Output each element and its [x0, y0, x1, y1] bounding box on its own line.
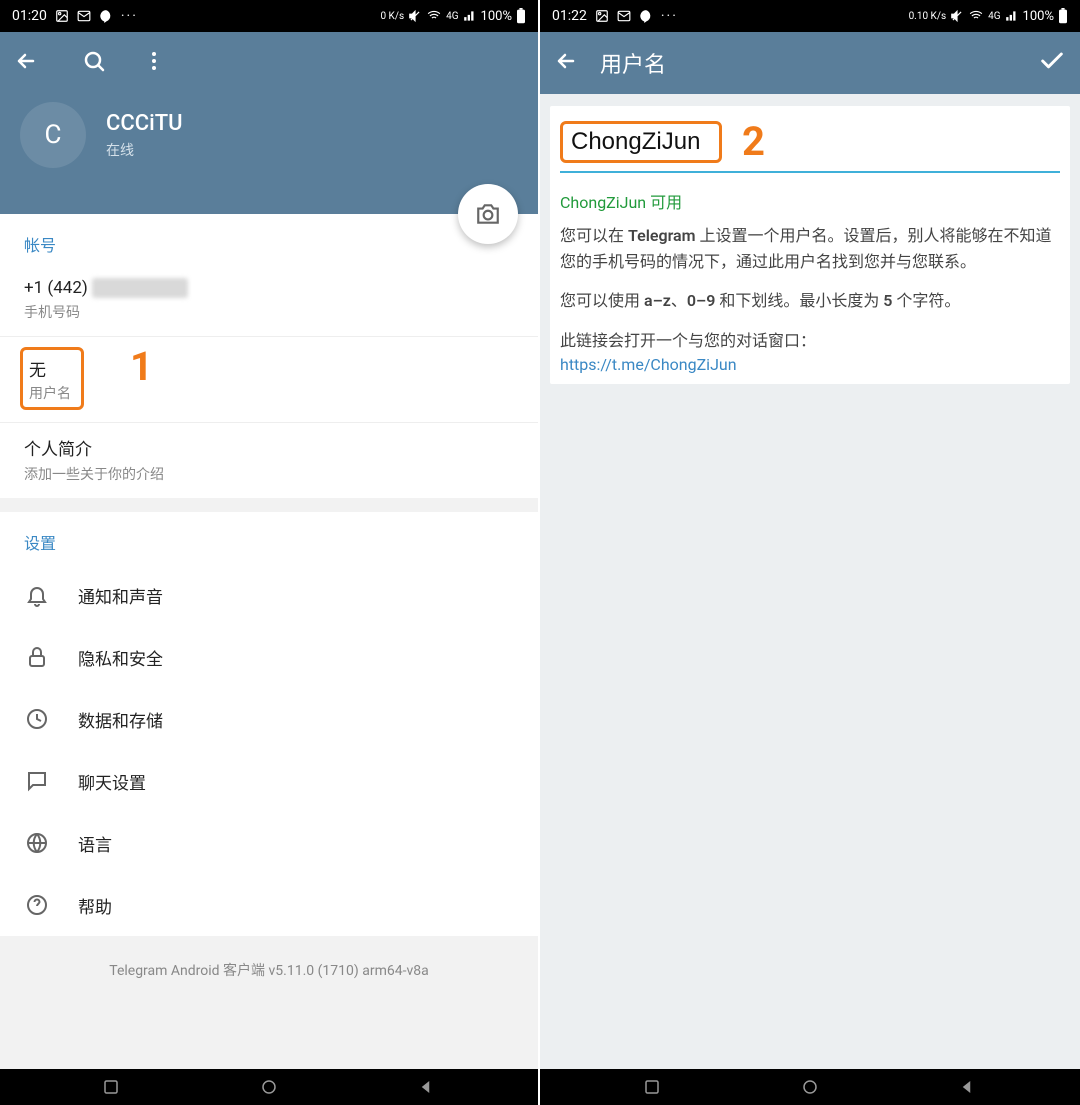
signal2-icon: [463, 9, 477, 23]
status-battery: 100%: [481, 9, 512, 24]
bell-icon: [24, 582, 50, 608]
phone-settings: 01:20 ··· 0 K/s 4G 100%: [0, 0, 540, 1105]
profile-name: CCCiTU: [106, 111, 183, 136]
status-battery: 100%: [1023, 9, 1054, 24]
more-vertical-icon[interactable]: [142, 49, 166, 77]
battery-icon: [516, 8, 526, 24]
status-bar: 01:22 ··· 0.10 K/s 4G 100%: [540, 0, 1080, 32]
profile-status: 在线: [106, 140, 183, 160]
nav-home-icon[interactable]: [801, 1078, 819, 1096]
confirm-icon[interactable]: [1038, 47, 1066, 79]
wifi-icon: [968, 9, 984, 23]
settings-privacy[interactable]: 隐私和安全: [0, 626, 538, 688]
image-icon: [595, 9, 609, 23]
username-item[interactable]: 无 用户名: [20, 347, 84, 410]
more-icon: ···: [121, 8, 138, 24]
settings-header: 设置: [0, 512, 538, 564]
android-navbar: [540, 1069, 1080, 1105]
lock-icon: [24, 644, 50, 670]
section-gap: [0, 498, 538, 512]
username-input[interactable]: [571, 128, 711, 156]
settings-chat[interactable]: 聊天设置: [0, 750, 538, 812]
username-desc-2: 您可以使用 a–z、0–9 和下划线。最小长度为 5 个字符。: [560, 288, 1060, 314]
input-underline: [560, 171, 1060, 173]
more-icon: ···: [661, 8, 678, 24]
username-desc-1: 您可以在 Telegram 上设置一个用户名。设置后，别人将能够在不知道您的手机…: [560, 223, 1060, 274]
camera-fab[interactable]: [458, 184, 518, 244]
profile-header: C CCCiTU 在线: [0, 32, 538, 214]
account-section: 帐号 +1 (442) 0000000000 手机号码 无 用户名 1 个人简介…: [0, 214, 538, 498]
wifi-icon: [426, 9, 442, 23]
hangouts-icon: [99, 9, 113, 23]
phone-item[interactable]: +1 (442) 0000000000 手机号码: [0, 266, 538, 336]
username-link[interactable]: https://t.me/ChongZiJun: [560, 355, 1060, 374]
settings-language[interactable]: 语言: [0, 812, 538, 874]
signal2-icon: [1005, 9, 1019, 23]
version-footer: Telegram Android 客户端 v5.11.0 (1710) arm6…: [0, 936, 538, 1069]
username-card: 2 ChongZiJun 可用 您可以在 Telegram 上设置一个用户名。设…: [550, 106, 1070, 384]
nav-back-icon[interactable]: [418, 1078, 436, 1096]
status-bar: 01:20 ··· 0 K/s 4G 100%: [0, 0, 538, 32]
status-time: 01:22: [552, 8, 587, 24]
hangouts-icon: [639, 9, 653, 23]
back-icon[interactable]: [554, 49, 578, 77]
image-icon: [55, 9, 69, 23]
search-icon[interactable]: [82, 49, 106, 77]
avatar[interactable]: C: [20, 102, 86, 168]
signal-icon: 4G: [988, 11, 1000, 22]
settings-help[interactable]: 帮助: [0, 874, 538, 936]
status-time: 01:20: [12, 8, 47, 24]
mail-icon: [617, 9, 631, 23]
nav-recent-icon[interactable]: [643, 1078, 661, 1096]
back-icon[interactable]: [14, 49, 38, 77]
globe-icon: [24, 830, 50, 856]
annotation-2: 2: [742, 118, 765, 165]
status-net: 0.10 K/s: [909, 11, 947, 22]
mute-icon: [950, 9, 964, 23]
clock-icon: [24, 706, 50, 732]
settings-section: 设置 通知和声音 隐私和安全 数据和存储 聊天设置 语言: [0, 512, 538, 936]
mute-icon: [408, 9, 422, 23]
phone-username: 01:22 ··· 0.10 K/s 4G 100% 用户名: [540, 0, 1080, 1105]
help-icon: [24, 892, 50, 918]
bio-item[interactable]: 个人简介 添加一些关于你的介绍: [0, 423, 538, 498]
battery-icon: [1058, 8, 1068, 24]
settings-data[interactable]: 数据和存储: [0, 688, 538, 750]
username-desc-3: 此链接会打开一个与您的对话窗口：: [560, 328, 1060, 354]
page-title: 用户名: [600, 47, 666, 79]
nav-home-icon[interactable]: [260, 1078, 278, 1096]
mail-icon: [77, 9, 91, 23]
account-header: 帐号: [0, 214, 538, 266]
nav-back-icon[interactable]: [959, 1078, 977, 1096]
username-available: ChongZiJun 可用: [560, 189, 1060, 213]
username-input-wrap: [560, 121, 722, 163]
status-net: 0 K/s: [380, 11, 404, 22]
appbar: 用户名: [540, 32, 1080, 94]
signal-icon: 4G: [446, 11, 458, 22]
android-navbar: [0, 1069, 538, 1105]
chat-icon: [24, 768, 50, 794]
nav-recent-icon[interactable]: [102, 1078, 120, 1096]
annotation-1: 1: [130, 343, 153, 390]
settings-notifications[interactable]: 通知和声音: [0, 564, 538, 626]
